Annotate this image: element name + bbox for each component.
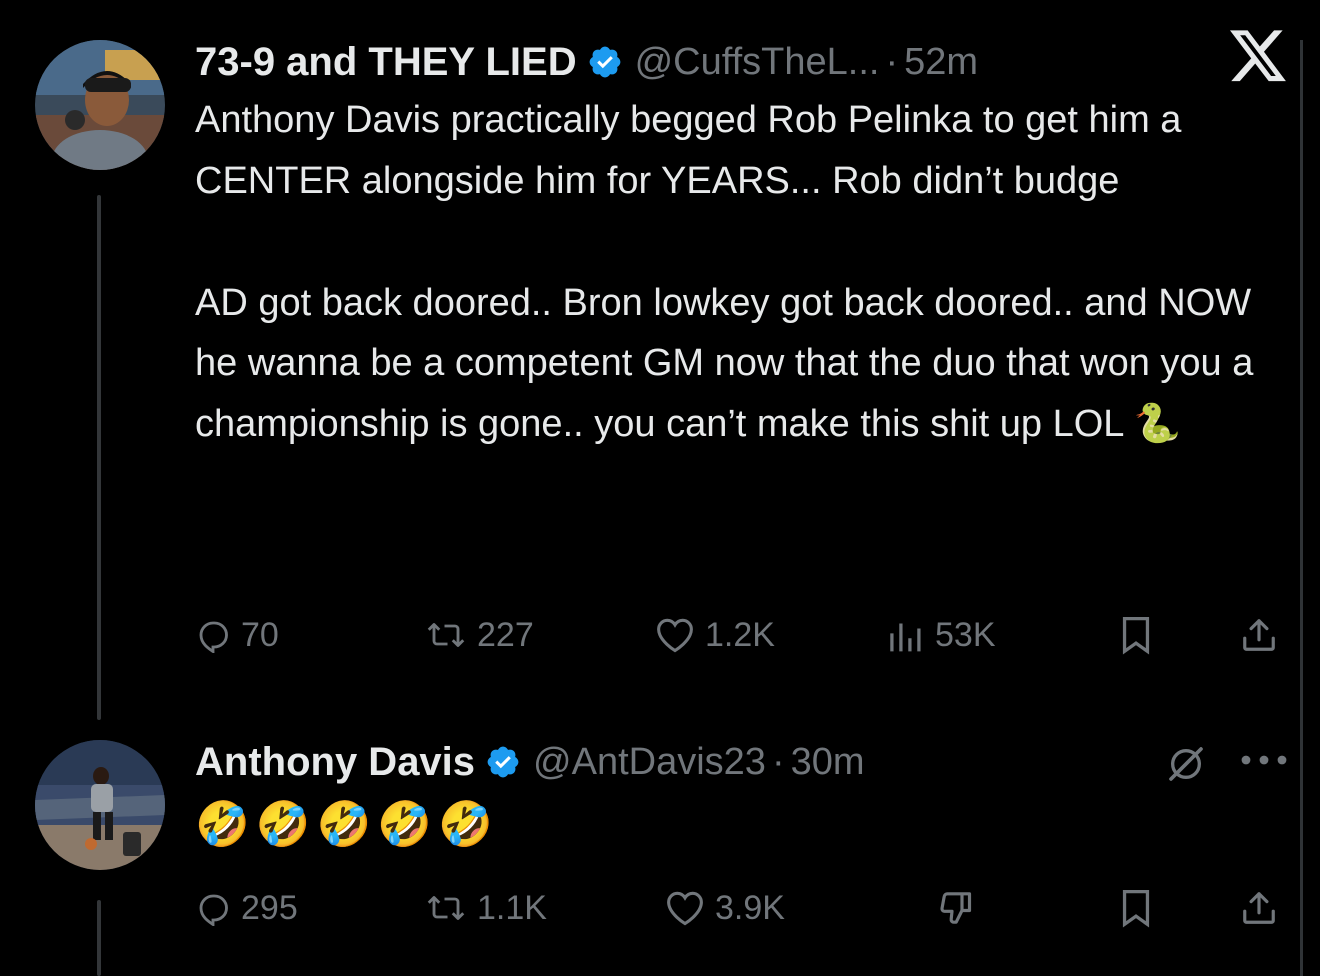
reply-count: 295 bbox=[241, 888, 298, 927]
separator-dot: · bbox=[771, 740, 785, 783]
tweet-time[interactable]: 52m bbox=[904, 41, 978, 84]
like-button[interactable]: 3.9K bbox=[665, 884, 785, 932]
like-button[interactable]: 1.2K bbox=[655, 611, 775, 659]
separator-dot: · bbox=[885, 40, 899, 83]
verified-badge-icon bbox=[587, 44, 623, 80]
tweet-1-actions: 70 227 1.2K 53K bbox=[195, 611, 1290, 659]
avatar-anthony-davis[interactable] bbox=[35, 740, 165, 870]
like-count: 3.9K bbox=[715, 888, 785, 927]
like-icon bbox=[667, 891, 703, 926]
grok-icon[interactable] bbox=[1166, 744, 1206, 784]
tweet-paragraph: Anthony Davis practically begged Rob Pel… bbox=[195, 99, 1182, 202]
dislike-icon bbox=[940, 892, 972, 924]
share-icon bbox=[1243, 892, 1275, 924]
reply-icon bbox=[199, 621, 228, 653]
tweet-1-header: 73-9 and THEY LIED @CuffsTheL... · 52m bbox=[195, 38, 1295, 86]
views-count: 53K bbox=[935, 615, 996, 654]
tweet-time[interactable]: 30m bbox=[791, 741, 865, 784]
dislike-button[interactable] bbox=[937, 884, 977, 932]
tweet-1[interactable]: 73-9 and THEY LIED @CuffsTheL... · 52m A… bbox=[195, 38, 1295, 455]
reply-icon bbox=[199, 894, 228, 926]
like-icon bbox=[657, 618, 693, 653]
author-name[interactable]: 73-9 and THEY LIED bbox=[195, 40, 577, 85]
author-handle[interactable]: @CuffsTheL... bbox=[635, 41, 880, 84]
tweet-2-actions: 295 1.1K 3.9K bbox=[195, 884, 1290, 932]
reply-count: 70 bbox=[241, 615, 279, 654]
repost-count: 227 bbox=[477, 615, 534, 654]
author-name[interactable]: Anthony Davis bbox=[195, 740, 475, 785]
share-button[interactable] bbox=[1240, 611, 1278, 659]
repost-button[interactable]: 1.1K bbox=[425, 884, 547, 932]
verified-badge-icon bbox=[485, 744, 521, 780]
share-icon bbox=[1243, 619, 1275, 651]
reply-button[interactable]: 295 bbox=[195, 884, 298, 932]
repost-icon bbox=[427, 623, 465, 647]
bookmark-icon bbox=[1122, 617, 1150, 655]
repost-icon bbox=[427, 896, 465, 920]
tweet-text: 🤣🤣🤣🤣🤣 bbox=[195, 790, 1295, 860]
like-count: 1.2K bbox=[705, 615, 775, 654]
timeline-divider bbox=[1300, 40, 1303, 976]
tweet-2-header: Anthony Davis @AntDavis23 · 30m bbox=[195, 738, 1295, 786]
avatar-cuffs[interactable] bbox=[35, 40, 165, 170]
repost-count: 1.1K bbox=[477, 888, 547, 927]
tweet-text: Anthony Davis practically begged Rob Pel… bbox=[195, 90, 1295, 455]
tweet-2[interactable]: Anthony Davis @AntDavis23 · 30m 🤣🤣🤣🤣🤣 bbox=[195, 738, 1295, 860]
bookmark-button[interactable] bbox=[1118, 611, 1154, 659]
repost-button[interactable]: 227 bbox=[425, 611, 534, 659]
share-button[interactable] bbox=[1240, 884, 1278, 932]
tweet-paragraph: AD got back doored.. Bron lowkey got bac… bbox=[195, 281, 1254, 446]
views-button[interactable]: 53K bbox=[885, 611, 996, 659]
thread-line-upper bbox=[97, 195, 101, 720]
x-logo[interactable] bbox=[1230, 30, 1288, 84]
reply-button[interactable]: 70 bbox=[195, 611, 279, 659]
bookmark-icon bbox=[1122, 890, 1150, 928]
author-handle[interactable]: @AntDavis23 bbox=[533, 741, 766, 784]
tweet-paragraph: 🤣🤣🤣🤣🤣 bbox=[195, 800, 499, 849]
more-icon[interactable] bbox=[1236, 745, 1292, 775]
thread-line-lower bbox=[97, 900, 101, 976]
bookmark-button[interactable] bbox=[1118, 884, 1154, 932]
views-icon bbox=[890, 623, 921, 652]
